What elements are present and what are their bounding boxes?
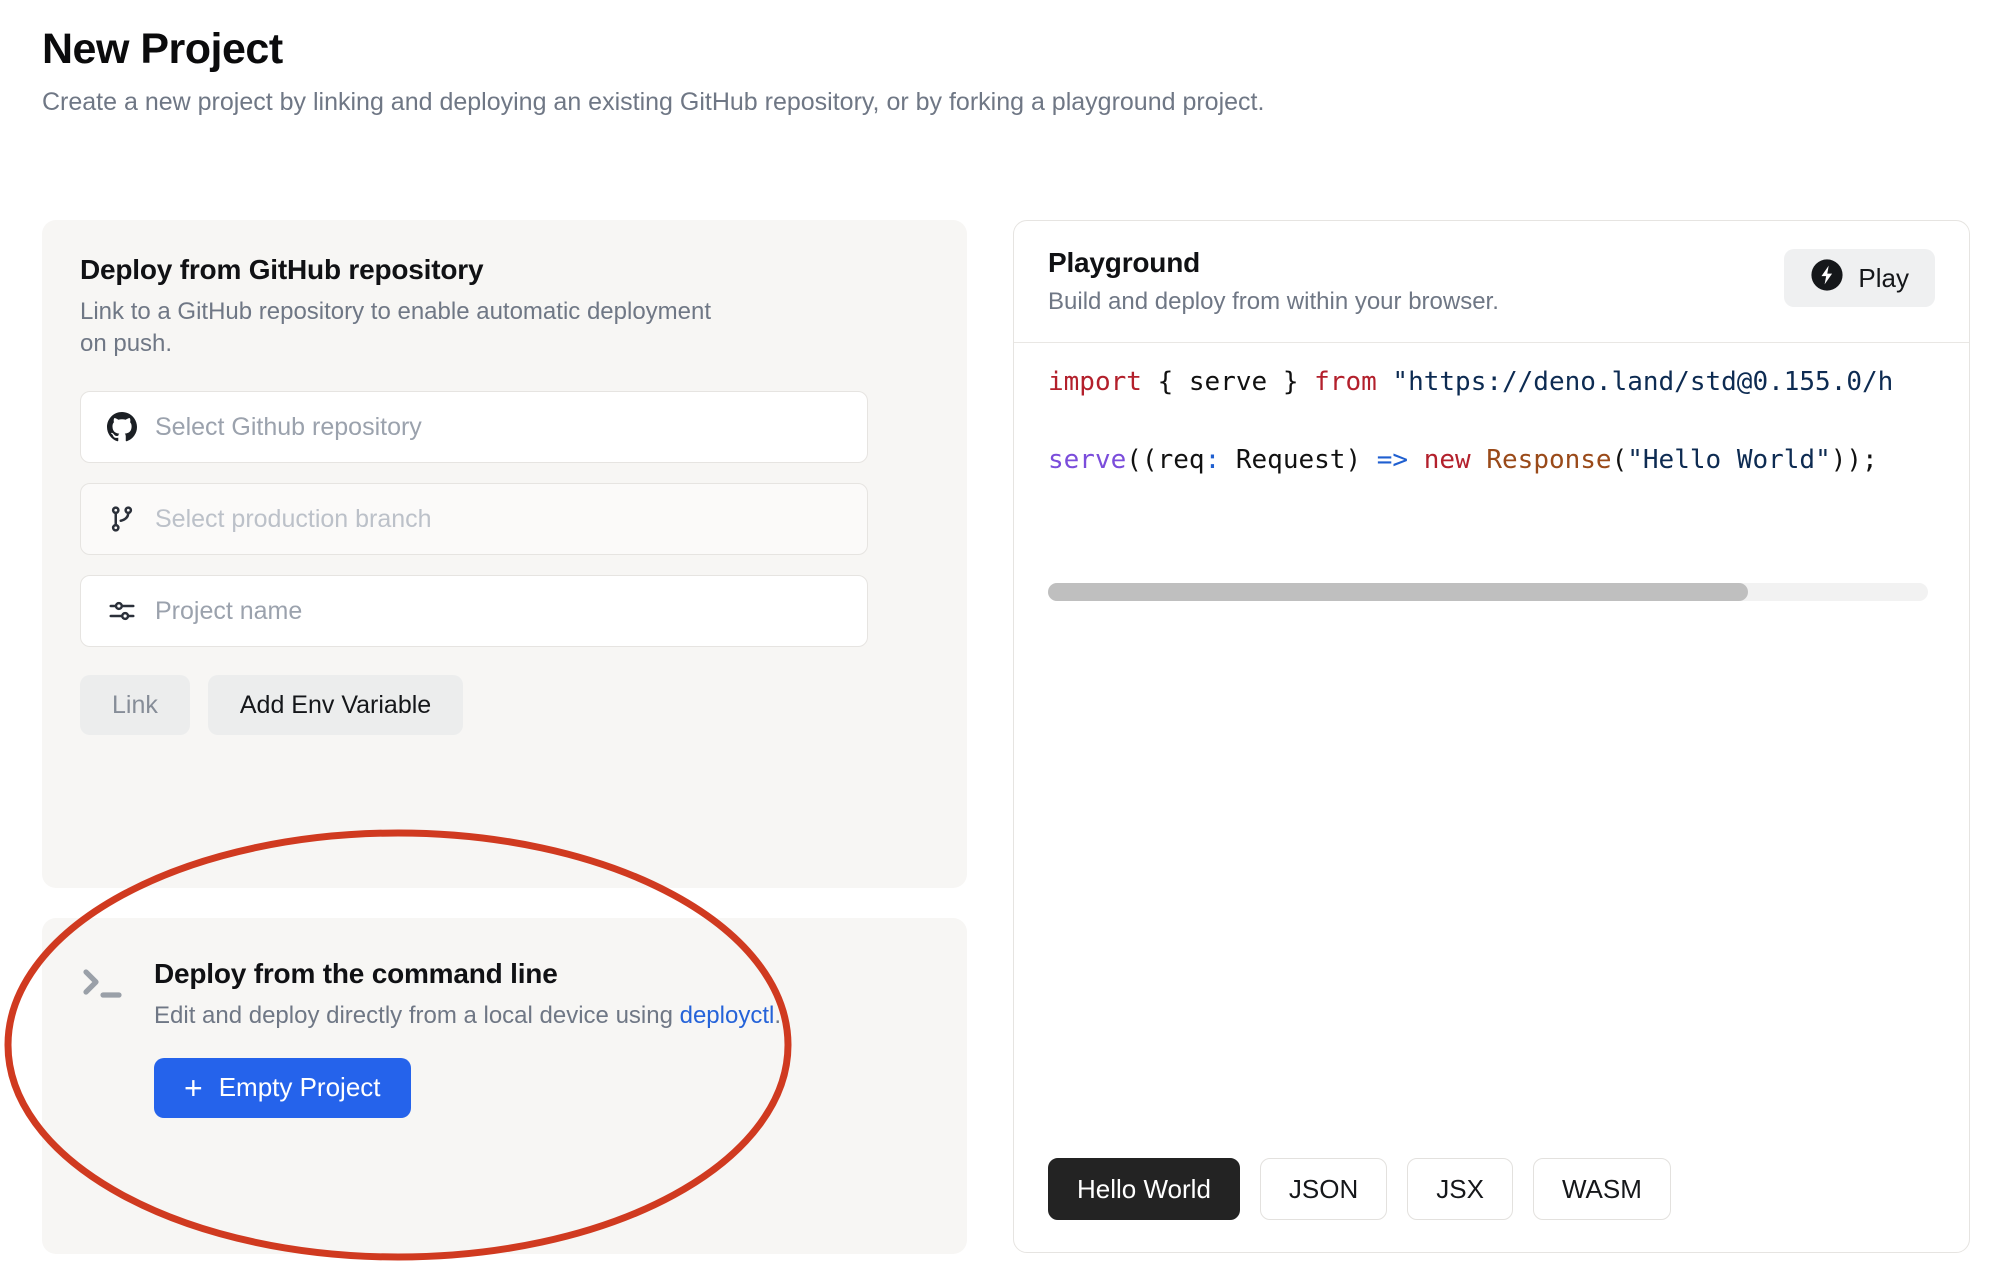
project-name-placeholder: Project name	[155, 596, 303, 625]
github-card-actions: Link Add Env Variable	[80, 675, 929, 736]
token-colon: :	[1204, 445, 1221, 475]
playground-header-text: Playground Build and deploy from within …	[1048, 247, 1499, 316]
token-paren-close: )	[1345, 445, 1377, 475]
playground-panel: Playground Build and deploy from within …	[1013, 220, 1970, 1253]
cli-description-prefix: Edit and deploy directly from a local de…	[154, 1002, 680, 1029]
github-icon	[105, 410, 139, 444]
select-production-branch-input[interactable]: Select production branch	[80, 483, 868, 556]
play-button-label: Play	[1858, 262, 1909, 293]
page-subtitle: Create a new project by linking and depl…	[42, 88, 1265, 117]
select-github-repository-input[interactable]: Select Github repository	[80, 391, 868, 464]
template-tab-jsx[interactable]: JSX	[1407, 1158, 1513, 1220]
token-new: new	[1408, 445, 1487, 475]
playground-description: Build and deploy from within your browse…	[1048, 288, 1499, 315]
code-line-2: serve((req: Request) => new Response("He…	[1048, 447, 1969, 473]
github-card-description: Link to a GitHub repository to enable au…	[80, 298, 712, 357]
token-import: import	[1048, 367, 1142, 397]
lightning-bolt-icon	[1810, 258, 1844, 299]
select-production-branch-placeholder: Select production branch	[155, 504, 432, 533]
github-card-heading: Deploy from GitHub repository	[80, 254, 484, 285]
token-response-class: Response	[1486, 445, 1612, 475]
token-module-url-string: "https://deno.land/std@0.155.0/h	[1392, 367, 1894, 397]
cli-card-description: Edit and deploy directly from a local de…	[154, 1000, 884, 1032]
plus-icon: +	[184, 1069, 203, 1106]
token-brace-open: {	[1141, 367, 1189, 397]
left-column: Deploy from GitHub repository Link to a …	[42, 220, 967, 1254]
template-tab-hello-world[interactable]: Hello World	[1048, 1158, 1240, 1220]
playground-template-tabs: Hello World JSON JSX WASM	[1048, 1158, 1671, 1220]
cli-description-suffix: .	[774, 1002, 782, 1029]
sliders-icon	[105, 594, 139, 628]
right-column: Playground Build and deploy from within …	[1013, 220, 1970, 1253]
select-github-repository-placeholder: Select Github repository	[155, 412, 422, 441]
empty-project-button[interactable]: + Empty Project	[154, 1057, 411, 1118]
project-name-input[interactable]: Project name	[80, 575, 868, 648]
command-line-deploy-card: Deploy from the command line Edit and de…	[42, 918, 967, 1254]
git-branch-icon	[105, 502, 139, 536]
editor-scrollbar-thumb[interactable]	[1048, 583, 1748, 601]
token-req-param: req	[1157, 445, 1205, 475]
token-call-close: ));	[1830, 445, 1878, 475]
deployctl-link[interactable]: deployctl	[680, 1002, 775, 1029]
token-arrow: =>	[1376, 445, 1409, 475]
play-button[interactable]: Play	[1784, 249, 1935, 307]
template-tab-wasm[interactable]: WASM	[1532, 1158, 1671, 1220]
token-serve-call: serve	[1048, 445, 1127, 475]
token-call-open: (	[1611, 445, 1628, 475]
add-env-variable-button[interactable]: Add Env Variable	[207, 675, 464, 736]
cli-card-heading: Deploy from the command line	[154, 958, 558, 989]
token-from: from	[1314, 367, 1377, 397]
new-project-page: New Project Create a new project by link…	[0, 0, 2012, 1276]
token-request-type: Request	[1220, 445, 1346, 475]
token-brace-close: }	[1267, 367, 1315, 397]
playground-header: Playground Build and deploy from within …	[1014, 221, 1969, 343]
terminal-prompt-icon	[80, 958, 134, 1118]
code-line-1: import { serve } from "https://deno.land…	[1048, 369, 1969, 395]
link-button[interactable]: Link	[80, 675, 190, 736]
empty-project-button-label: Empty Project	[218, 1072, 381, 1103]
token-paren-open: ((	[1126, 445, 1158, 475]
playground-heading: Playground	[1048, 247, 1201, 278]
template-tab-json[interactable]: JSON	[1259, 1158, 1388, 1220]
code-editor[interactable]: import { serve } from "https://deno.land…	[1014, 343, 1969, 601]
page-title: New Project	[42, 25, 283, 73]
page-header: New Project Create a new project by link…	[42, 25, 1842, 119]
github-deploy-card: Deploy from GitHub repository Link to a …	[42, 220, 967, 888]
token-serve-ident: serve	[1188, 367, 1268, 397]
editor-horizontal-scrollbar[interactable]	[1048, 583, 1928, 601]
token-hello-world-string: "Hello World"	[1627, 445, 1831, 475]
